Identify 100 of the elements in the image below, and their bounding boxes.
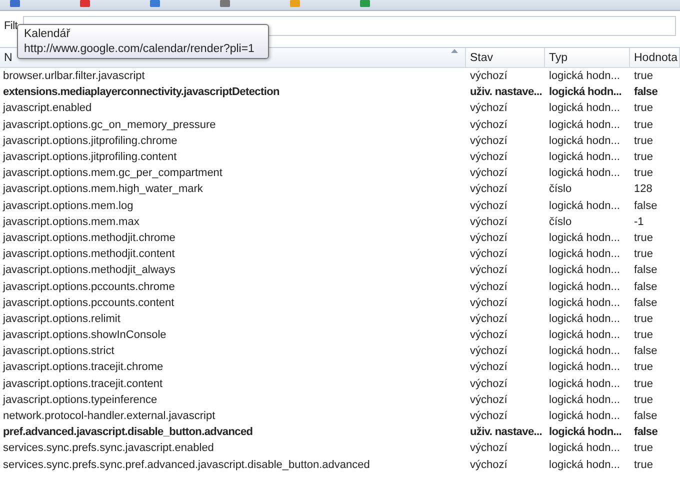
tooltip-url: http://www.google.com/calendar/render?pli=1 bbox=[24, 43, 256, 55]
table-cell-text: logická hodn... bbox=[548, 458, 621, 471]
filter-label: Filt bbox=[4, 20, 18, 32]
table-cell-text: javascript.options.methodjit.content bbox=[2, 248, 176, 260]
table-cell-text: javascript.options.tracejit.content bbox=[2, 378, 164, 390]
table-cell-text: číslo bbox=[548, 216, 573, 228]
table-cell-text: javascript.options.showInConsole bbox=[2, 329, 168, 342]
table-cell-text: network.protocol-handler.external.javascript bbox=[2, 410, 216, 422]
table-cell-text: logická hodn... bbox=[548, 394, 621, 406]
table-cell-text: javascript.options.mem.gc_per_compartment bbox=[2, 167, 224, 180]
table-cell-text: javascript.options.mem.high_water_mark bbox=[2, 183, 204, 196]
table-cell-text: javascript.options.mem.max bbox=[2, 216, 140, 228]
table-cell-text: logická hodn... bbox=[548, 70, 621, 82]
table-cell-text: false bbox=[633, 280, 658, 293]
table-cell-text: javascript.enabled bbox=[2, 102, 93, 114]
table-cell-text: true bbox=[633, 394, 654, 406]
table-cell-text: true bbox=[633, 151, 654, 164]
table-cell-text: true bbox=[633, 361, 654, 374]
table-cell-text: výchozí bbox=[469, 458, 508, 471]
table-cell-text: true bbox=[633, 102, 654, 114]
table-cell-text: výchozí bbox=[469, 134, 508, 147]
table-cell-text: javascript.options.methodjit_always bbox=[2, 264, 176, 276]
table-cell-text: false bbox=[633, 410, 658, 422]
table-cell-text: výchozí bbox=[469, 361, 508, 374]
table-cell-text: logická hodn... bbox=[548, 361, 621, 374]
table-cell-text: javascript.options.tracejit.chrome bbox=[2, 361, 164, 374]
table-cell-text: javascript.options.jitprofiling.chrome bbox=[2, 134, 178, 147]
table-cell-text: 128 bbox=[633, 183, 654, 196]
table-cell-text: true bbox=[633, 378, 654, 390]
table-cell-text: číslo bbox=[548, 183, 573, 196]
table-cell-text: true bbox=[633, 134, 654, 147]
table-cell-text: logická hodn... bbox=[548, 232, 621, 244]
table-cell-text: true bbox=[633, 70, 654, 82]
table-cell-text: logická hodn... bbox=[548, 200, 621, 212]
table-cell-text: logická hodn... bbox=[548, 378, 621, 390]
table-cell-text: logická hodn... bbox=[548, 426, 623, 438]
table-cell-text: logická hodn... bbox=[548, 312, 621, 325]
table-cell-text: uživ. nastave... bbox=[469, 86, 544, 98]
table-cell-text: logická hodn... bbox=[548, 248, 621, 260]
table-cell-text: logická hodn... bbox=[548, 410, 621, 422]
table-cell-text: javascript.options.methodjit.chrome bbox=[2, 232, 176, 244]
table-cell-text: javascript.options.pccounts.chrome bbox=[2, 280, 176, 293]
table-cell-text: výchozí bbox=[469, 232, 508, 244]
table-cell-text: true bbox=[633, 248, 654, 260]
table-cell-text: false bbox=[633, 200, 658, 212]
table-cell-text: false bbox=[633, 264, 658, 276]
table-cell-text: logická hodn... bbox=[548, 118, 621, 131]
table-cell-text: výchozí bbox=[469, 216, 508, 228]
table-cell-text: false bbox=[633, 426, 659, 438]
table-cell-text: true bbox=[633, 312, 654, 325]
table-cell-text: výchozí bbox=[469, 102, 508, 114]
table-cell-text: logická hodn... bbox=[548, 280, 621, 293]
table-cell-text: true bbox=[633, 329, 654, 342]
table-cell-text: -1 bbox=[633, 216, 645, 228]
table-cell-text: výchozí bbox=[469, 329, 508, 342]
table-cell-text: browser.urlbar.filter.javascript bbox=[2, 70, 146, 82]
table-cell-text: výchozí bbox=[469, 70, 508, 82]
table-cell-text: výchozí bbox=[469, 248, 508, 260]
table-cell-text: javascript.options.pccounts.content bbox=[2, 296, 176, 309]
table-cell-text: javascript.options.jitprofiling.content bbox=[2, 151, 178, 164]
table-cell-text: výchozí bbox=[469, 118, 508, 131]
table-cell-text: výchozí bbox=[469, 394, 508, 406]
table-cell-text: javascript.options.strict bbox=[2, 345, 116, 358]
table-cell-text: výchozí bbox=[469, 442, 508, 454]
table-cell-text: true bbox=[633, 118, 654, 131]
table-cell-text: logická hodn... bbox=[548, 442, 621, 454]
table-cell-text: services.sync.prefs.sync.pref.advanced.javascript.disable_button.advanced bbox=[2, 458, 371, 471]
table-cell-text: výchozí bbox=[469, 378, 508, 390]
table-cell-text: javascript.options.gc_on_memory_pressure bbox=[2, 118, 217, 131]
table-cell-text: logická hodn... bbox=[548, 264, 621, 276]
table-cell-text: javascript.options.typeinference bbox=[2, 394, 158, 406]
table-cell-text: výchozí bbox=[469, 167, 508, 180]
table-cell-text: logická hodn... bbox=[548, 134, 621, 147]
table-cell-text: logická hodn... bbox=[548, 86, 623, 98]
table-cell-text: extensions.mediaplayerconnectivity.javascriptDetection bbox=[2, 86, 280, 98]
table-cell-text: výchozí bbox=[469, 151, 508, 164]
table-cell-text: výchozí bbox=[469, 296, 508, 309]
table-cell-text: logická hodn... bbox=[548, 167, 621, 180]
table-cell-text: services.sync.prefs.sync.javascript.enabled bbox=[2, 442, 215, 454]
table-cell-text: false bbox=[633, 296, 658, 309]
table-cell-text: true bbox=[633, 232, 654, 244]
table-cell-text: logická hodn... bbox=[548, 102, 621, 114]
table-cell-text: výchozí bbox=[469, 280, 508, 293]
table-cell-text: pref.advanced.javascript.disable_button.advanced bbox=[2, 426, 254, 438]
table-cell-text: javascript.options.mem.log bbox=[2, 200, 134, 212]
table-cell-text: výchozí bbox=[469, 200, 508, 212]
table-cell-text: true bbox=[633, 458, 654, 471]
table-cell-text: logická hodn... bbox=[548, 345, 621, 358]
table-cell-text: výchozí bbox=[469, 264, 508, 276]
table-cell-text: výchozí bbox=[469, 410, 508, 422]
table-cell-text: logická hodn... bbox=[548, 296, 621, 309]
table-cell-text: logická hodn... bbox=[548, 329, 621, 342]
table-cell-text: logická hodn... bbox=[548, 151, 621, 164]
table-cell-text: výchozí bbox=[469, 183, 508, 196]
table-cell-text: výchozí bbox=[469, 345, 508, 358]
table-cell-text: false bbox=[633, 86, 659, 98]
table-cell-text: true bbox=[633, 442, 654, 454]
tooltip-title: Kalendář bbox=[24, 28, 72, 40]
table-cell-text: javascript.options.relimit bbox=[2, 312, 122, 325]
table-cell-text: výchozí bbox=[469, 312, 508, 325]
